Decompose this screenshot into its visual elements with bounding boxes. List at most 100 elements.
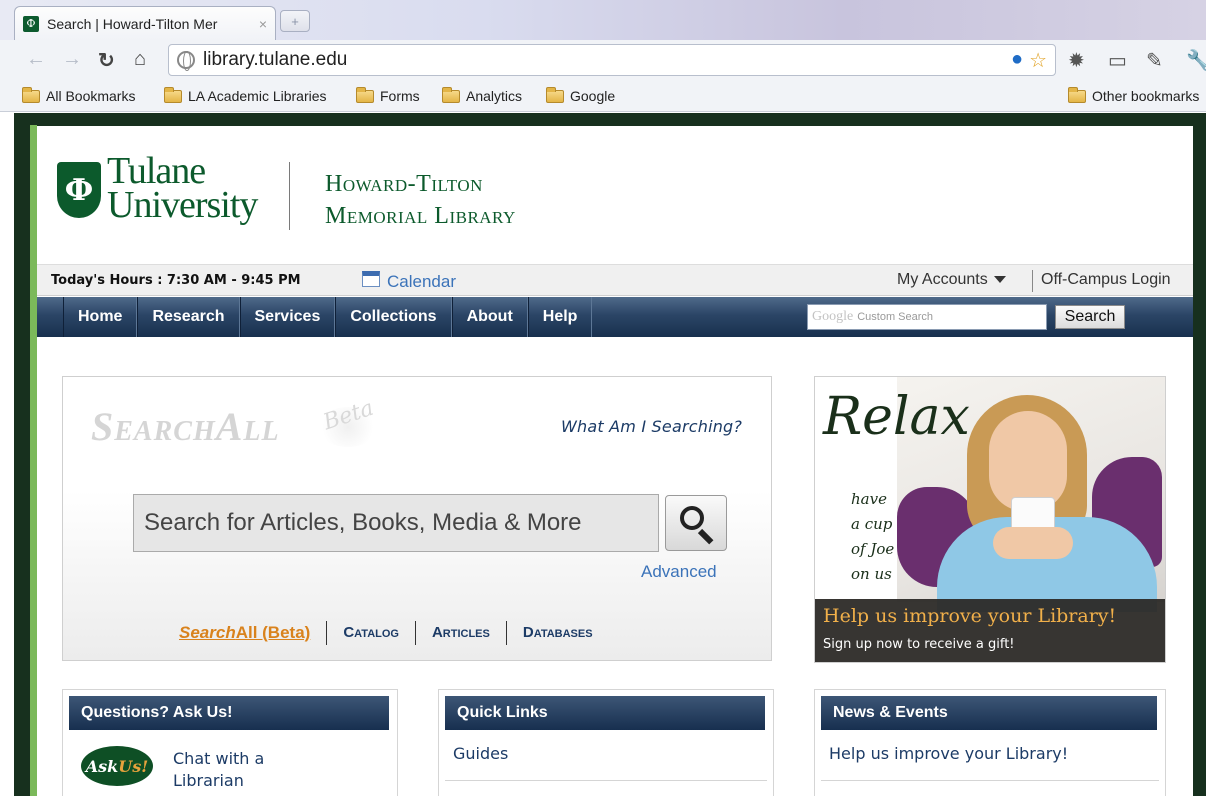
chevron-down-icon: [993, 276, 1006, 284]
nav-home[interactable]: Home: [63, 297, 138, 337]
wrench-icon[interactable]: 🔧: [1186, 48, 1206, 73]
info-bar: Today's Hours : 7:30 AM - 9:45 PM Calend…: [37, 264, 1193, 296]
chat-with-librarian-link[interactable]: Chat with a Librarian: [173, 748, 264, 792]
nav-research[interactable]: Research: [137, 297, 240, 337]
browser-toolbar: ← → ↻ ⌂ library.tulane.edu ● ☆ ✹ ▭ ✎ 🔧: [0, 40, 1206, 82]
bookmark-all-bookmarks[interactable]: All Bookmarks: [22, 86, 136, 104]
panel-divider: [445, 780, 767, 781]
promo-subtitle-line: of Joe: [851, 540, 895, 558]
extension-gear-icon[interactable]: ✹: [1068, 48, 1085, 73]
bookmarks-bar: All Bookmarks LA Academic Libraries Form…: [0, 82, 1206, 112]
bookmark-label: Google: [570, 88, 616, 104]
extension-pen-icon[interactable]: ✎: [1146, 48, 1163, 73]
questions-panel: Questions? Ask Us! Ask Us! Chat with a Li…: [62, 689, 398, 796]
advanced-search-link[interactable]: Advanced: [641, 562, 717, 582]
bookmark-label: LA Academic Libraries: [188, 88, 327, 104]
promo-subtitle: have a cup of Joe on us: [851, 487, 894, 587]
what-am-i-searching-link[interactable]: What Am I Searching?: [561, 417, 742, 436]
tab-searchall-em: Search: [179, 623, 236, 642]
nav-collections[interactable]: Collections: [335, 297, 452, 337]
tab-searchall[interactable]: SearchAll (Beta): [179, 621, 326, 645]
searchall-input[interactable]: Search for Articles, Books, Media & More: [133, 494, 659, 552]
page-frame: Ф Tulane University Howard-Tilton Memori…: [14, 113, 1206, 796]
ask-us-logo[interactable]: Ask Us!: [81, 746, 153, 786]
searchall-box: SearchAll Beta What Am I Searching? Sear…: [62, 376, 772, 661]
nav-about[interactable]: About: [451, 297, 528, 337]
my-accounts-dropdown[interactable]: My Accounts: [897, 271, 1006, 289]
extension-ruler-icon[interactable]: ▭: [1108, 48, 1127, 73]
bookmark-analytics[interactable]: Analytics: [442, 86, 522, 104]
page-accent-stripe: [30, 125, 37, 796]
searchall-tabs: SearchAll (Beta) Catalog Articles Databa…: [179, 621, 609, 645]
folder-icon: [442, 86, 460, 103]
bookmark-label: All Bookmarks: [46, 88, 136, 104]
close-tab-icon[interactable]: ×: [259, 16, 267, 32]
promo-subtitle-line: have: [851, 490, 887, 508]
site-search-placeholder: Custom Search: [857, 311, 934, 323]
my-accounts-label: My Accounts: [897, 271, 988, 288]
folder-icon: [1068, 86, 1086, 103]
bookmark-label: Forms: [380, 88, 420, 104]
folder-icon: [22, 86, 40, 103]
bookmark-google[interactable]: Google: [546, 86, 616, 104]
promo-photo-hands: [993, 527, 1073, 559]
browser-tab[interactable]: Ф Search | Howard-Tilton Mer ×: [14, 6, 276, 40]
tab-catalog[interactable]: Catalog: [326, 621, 415, 645]
relax-promo-banner[interactable]: Relax have a cup of Joe on us Help us im…: [814, 376, 1166, 663]
tab-articles[interactable]: Articles: [414, 621, 506, 645]
new-tab-button[interactable]: +: [280, 10, 310, 32]
infobar-divider: [1032, 270, 1033, 292]
chat-line: Librarian: [173, 771, 244, 790]
address-bar[interactable]: library.tulane.edu ● ☆: [168, 44, 1056, 76]
wordmark-line: University: [107, 184, 258, 226]
site-search-button[interactable]: Search: [1055, 305, 1125, 329]
calendar-link[interactable]: Calendar: [387, 272, 456, 292]
news-events-panel-title: News & Events: [821, 696, 1157, 730]
bookmark-la-academic-libraries[interactable]: LA Academic Libraries: [164, 86, 327, 104]
home-icon[interactable]: ⌂: [134, 48, 146, 71]
nav-help[interactable]: Help: [527, 297, 593, 337]
tulane-favicon-icon: Ф: [23, 15, 39, 32]
calendar-icon[interactable]: [362, 271, 380, 287]
back-arrow-icon[interactable]: ←: [26, 48, 46, 71]
tulane-shield-logo[interactable]: Ф: [57, 162, 101, 218]
bookmark-other-bookmarks[interactable]: Other bookmarks: [1068, 86, 1200, 104]
promo-subtitle-line: on us: [851, 565, 892, 583]
reload-icon[interactable]: ↻: [98, 48, 115, 73]
extension-droplet-icon[interactable]: ●: [1011, 48, 1023, 73]
panel-divider: [821, 780, 1159, 781]
search-icon: [680, 506, 704, 530]
header-divider: [289, 162, 290, 230]
site-search-input[interactable]: Google Custom Search: [807, 304, 1047, 330]
bookmark-forms[interactable]: Forms: [356, 86, 420, 104]
bookmark-label: Other bookmarks: [1092, 88, 1200, 104]
nav-services[interactable]: Services: [239, 297, 336, 337]
news-events-panel: News & Events Help us improve your Libra…: [814, 689, 1166, 796]
site-header: Ф Tulane University Howard-Tilton Memori…: [37, 126, 1193, 264]
library-name[interactable]: Howard-Tilton Memorial Library: [325, 168, 516, 232]
tab-searchall-rest: All (Beta): [235, 623, 311, 642]
quick-link-guides[interactable]: Guides: [453, 744, 508, 763]
bookmark-star-icon[interactable]: ☆: [1029, 48, 1047, 73]
wordmark-line: Tulane: [107, 150, 206, 192]
google-brand: Google: [812, 309, 854, 324]
askus-ask: Ask: [85, 756, 119, 776]
folder-icon: [356, 86, 374, 103]
promo-subtitle-line: a cup: [851, 515, 893, 533]
chat-line: Chat with a: [173, 749, 265, 768]
address-text: library.tulane.edu: [203, 49, 348, 70]
library-name-line: Howard-Tilton: [325, 171, 483, 197]
folder-icon: [164, 86, 182, 103]
tab-databases[interactable]: Databases: [505, 621, 609, 645]
searchall-submit-button[interactable]: [665, 495, 727, 551]
news-item-link[interactable]: Help us improve your Library!: [829, 744, 1068, 763]
off-campus-login-link[interactable]: Off-Campus Login: [1041, 271, 1171, 289]
searchall-logo: SearchAll: [91, 404, 280, 449]
university-wordmark[interactable]: Tulane University: [107, 150, 258, 226]
browser-tabstrip: Ф Search | Howard-Tilton Mer × +: [0, 0, 1206, 40]
globe-icon: [177, 51, 195, 71]
forward-arrow-icon[interactable]: →: [62, 48, 82, 71]
main-nav: Home Research Services Collections About…: [37, 297, 1193, 337]
questions-panel-title: Questions? Ask Us!: [69, 696, 389, 730]
folder-icon: [546, 86, 564, 103]
